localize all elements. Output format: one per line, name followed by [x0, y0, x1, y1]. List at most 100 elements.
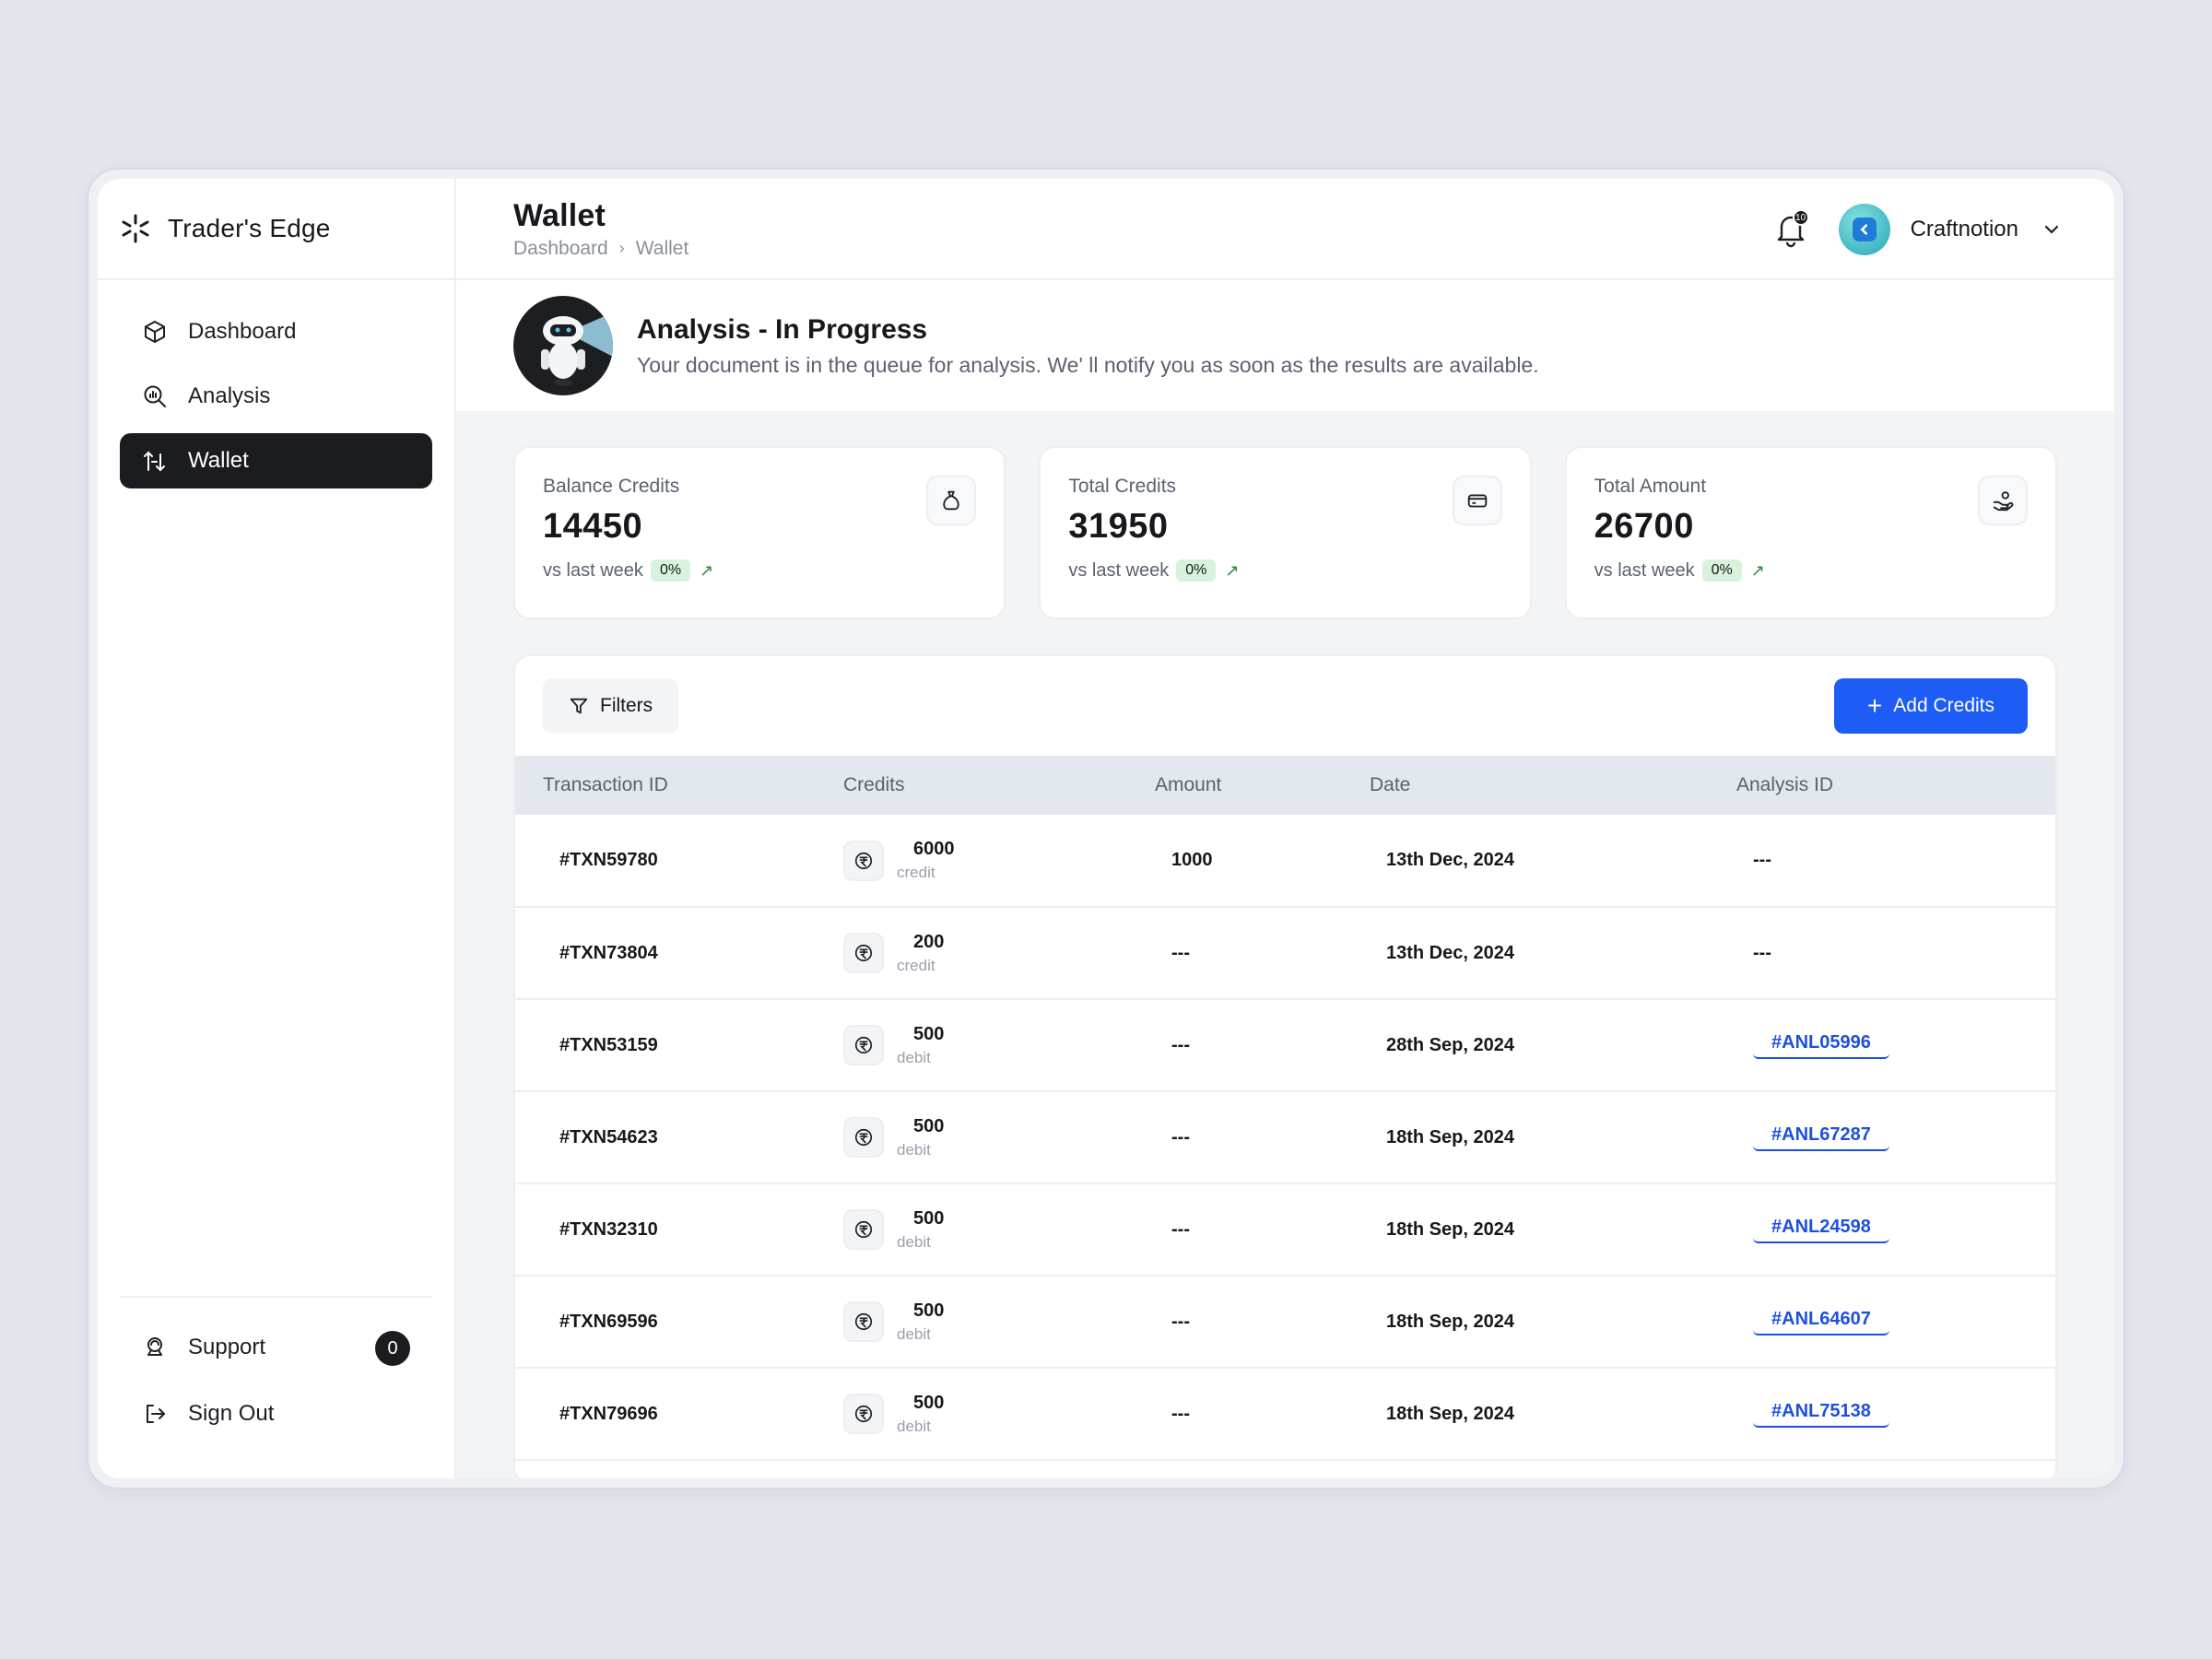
chevron-down-icon[interactable]	[2042, 220, 2061, 239]
stat-label: Total Credits	[1068, 476, 1177, 497]
sidebar-item-label: Wallet	[188, 448, 249, 473]
analysis-id-link[interactable]: #ANL64607	[1753, 1309, 1889, 1335]
page-title: Wallet	[513, 197, 606, 233]
sidebar-item-support[interactable]: Support 0	[120, 1320, 432, 1375]
credits-type: debit	[897, 1140, 931, 1159]
analysis-banner: Analysis - In Progress Your document is …	[456, 280, 2114, 411]
arrow-up-right-icon: ↗	[1225, 560, 1240, 580]
breadcrumb-dashboard[interactable]: Dashboard	[513, 238, 608, 260]
rupee-icon	[843, 933, 884, 973]
panel-toolbar: Filters + Add Credits	[515, 656, 2055, 756]
app-window: Trader's Edge Dashboard Analysis Wallet …	[98, 179, 2114, 1478]
table-row[interactable]: #TXN73804 200 credit --- 13th Dec, 2024 …	[515, 907, 2055, 1000]
date: 18th Sep, 2024	[1370, 1091, 1736, 1184]
stat-value: 14450	[543, 507, 643, 546]
user-name[interactable]: Craftnotion	[1911, 217, 2018, 242]
credits-cell: 500 debit	[843, 1183, 1155, 1277]
date: 18th Sep, 2024	[1370, 1276, 1736, 1369]
rupee-icon	[843, 1025, 884, 1065]
filters-button[interactable]: Filters	[543, 678, 679, 734]
transaction-id: #TXN32310	[515, 1183, 843, 1277]
table-row[interactable]: #TXN32310 500 debit --- 18th Sep, 2024 #…	[515, 1183, 2055, 1277]
amount: ---	[1155, 1276, 1370, 1369]
card-icon	[1452, 476, 1502, 525]
stat-change-badge: 0%	[1701, 559, 1742, 582]
sidebar-item-label: Analysis	[188, 383, 271, 408]
transaction-id: #TXN53159	[515, 999, 843, 1092]
credits-value: 200	[913, 931, 945, 952]
topbar: Wallet Dashboard › Wallet 10 Craftnotion	[456, 179, 2114, 280]
stat-change-badge: 0%	[650, 559, 691, 582]
sidebar-item-wallet[interactable]: Wallet	[120, 433, 432, 488]
analysis-id-empty: ---	[1753, 942, 1771, 963]
stat-foot: vs last week 0% ↗	[1594, 559, 2028, 582]
credits-type: debit	[897, 1417, 931, 1435]
topbar-right: 10 Craftnotion	[1774, 179, 2061, 280]
notification-badge: 10	[1792, 209, 1809, 226]
sidebar-item-label: Sign Out	[188, 1401, 275, 1426]
transaction-id: #TXN59780	[515, 815, 843, 908]
hand-coin-icon	[1977, 476, 2028, 525]
analysis-id-link[interactable]: #ANL67287	[1753, 1124, 1889, 1151]
analysis-id: #ANL75138	[1736, 1368, 2055, 1461]
column-header-analysis-id[interactable]: Analysis ID	[1736, 756, 2055, 815]
wallet-transfer-icon	[144, 451, 165, 472]
amount: ---	[1155, 1183, 1370, 1277]
filters-label: Filters	[600, 695, 653, 716]
column-header-date[interactable]: Date	[1370, 756, 1736, 815]
table-row[interactable]: #TXN69596 500 debit --- 18th Sep, 2024 #…	[515, 1276, 2055, 1369]
plus-icon: +	[1866, 691, 1883, 720]
cube-icon	[145, 321, 165, 343]
credits-type: credit	[897, 864, 935, 881]
analysis-id-link[interactable]: #ANL75138	[1753, 1401, 1889, 1428]
credits-cell: 500 debit	[843, 1276, 1155, 1369]
column-header-amount[interactable]: Amount	[1155, 756, 1370, 815]
sidebar-item-label: Dashboard	[188, 319, 297, 344]
analysis-id: #ANL67287	[1736, 1091, 2055, 1184]
sidebar-item-sign-out[interactable]: Sign Out	[120, 1386, 432, 1441]
avatar[interactable]	[1838, 204, 1890, 255]
table-row[interactable]: #TXN54623 500 debit --- 18th Sep, 2024 #…	[515, 1091, 2055, 1184]
money-bag-icon	[926, 476, 977, 525]
analysis-id-empty: ---	[1753, 850, 1771, 870]
credits-value: 500	[913, 1023, 945, 1044]
column-header-credits[interactable]: Credits	[843, 756, 1155, 815]
notification-button[interactable]: 10	[1774, 209, 1809, 248]
add-credits-button[interactable]: + Add Credits	[1833, 678, 2028, 734]
stat-label: Balance Credits	[543, 476, 680, 497]
sidebar-item-dashboard[interactable]: Dashboard	[120, 304, 432, 359]
table-row[interactable]: #TXN59780 6000 credit 1000 13th Dec, 202…	[515, 815, 2055, 908]
analysis-id-link[interactable]: #ANL05996	[1753, 1032, 1889, 1059]
support-icon	[147, 1337, 162, 1356]
credits-value: 500	[913, 1115, 945, 1136]
date: 13th Dec, 2024	[1370, 907, 1736, 1000]
stat-label: Total Amount	[1594, 476, 1707, 497]
transaction-id: #TXN79696	[515, 1368, 843, 1461]
stat-card-total-amount: Total Amount 26700 vs last week 0% ↗	[1564, 446, 2057, 619]
stat-value: 26700	[1594, 507, 1694, 546]
transactions-panel: Filters + Add Credits Transaction ID Cre…	[513, 654, 2057, 1478]
amount: ---	[1155, 1091, 1370, 1184]
table-row[interactable]: #TXN53159 500 debit --- 28th Sep, 2024 #…	[515, 999, 2055, 1092]
amount: 1000	[1155, 815, 1370, 908]
credits-type: credit	[897, 956, 935, 974]
filter-icon	[570, 698, 588, 714]
stat-foot-label: vs last week	[543, 559, 643, 581]
sidebar-item-analysis[interactable]: Analysis	[120, 369, 432, 424]
credits-value: 500	[913, 1300, 945, 1321]
brand-logo-row[interactable]: Trader's Edge	[98, 179, 454, 280]
credits-type: debit	[897, 1048, 931, 1066]
date: 28th Sep, 2024	[1370, 999, 1736, 1092]
breadcrumb-wallet: Wallet	[635, 237, 689, 259]
table-row[interactable]: #TXN79696 500 debit --- 18th Sep, 2024 #…	[515, 1368, 2055, 1461]
rupee-icon	[843, 1117, 884, 1158]
stat-value: 31950	[1068, 507, 1169, 546]
table-header-row: Transaction ID Credits Amount Date Analy…	[515, 756, 2055, 815]
rupee-icon	[843, 1209, 884, 1250]
sidebar-item-label: Support	[188, 1335, 266, 1359]
credits-value: 6000	[913, 839, 955, 859]
stat-card-balance-credits: Balance Credits 14450 vs last week 0% ↗	[513, 446, 1006, 619]
analysis-id-link[interactable]: #ANL24598	[1753, 1217, 1889, 1243]
column-header-transaction-id[interactable]: Transaction ID	[515, 756, 843, 815]
rupee-icon	[843, 1301, 884, 1342]
